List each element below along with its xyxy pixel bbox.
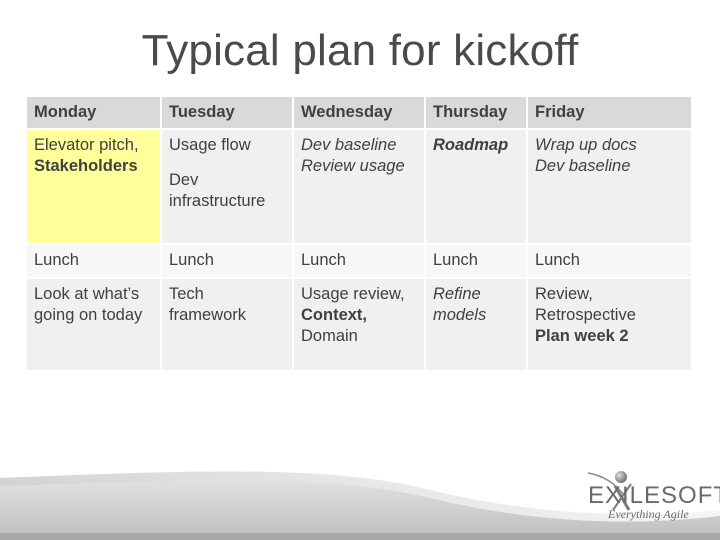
logo-wordmark: EXILESOFT xyxy=(588,482,720,509)
background-swoosh xyxy=(0,471,720,540)
logo-tagline: Everything Agile xyxy=(608,507,689,521)
